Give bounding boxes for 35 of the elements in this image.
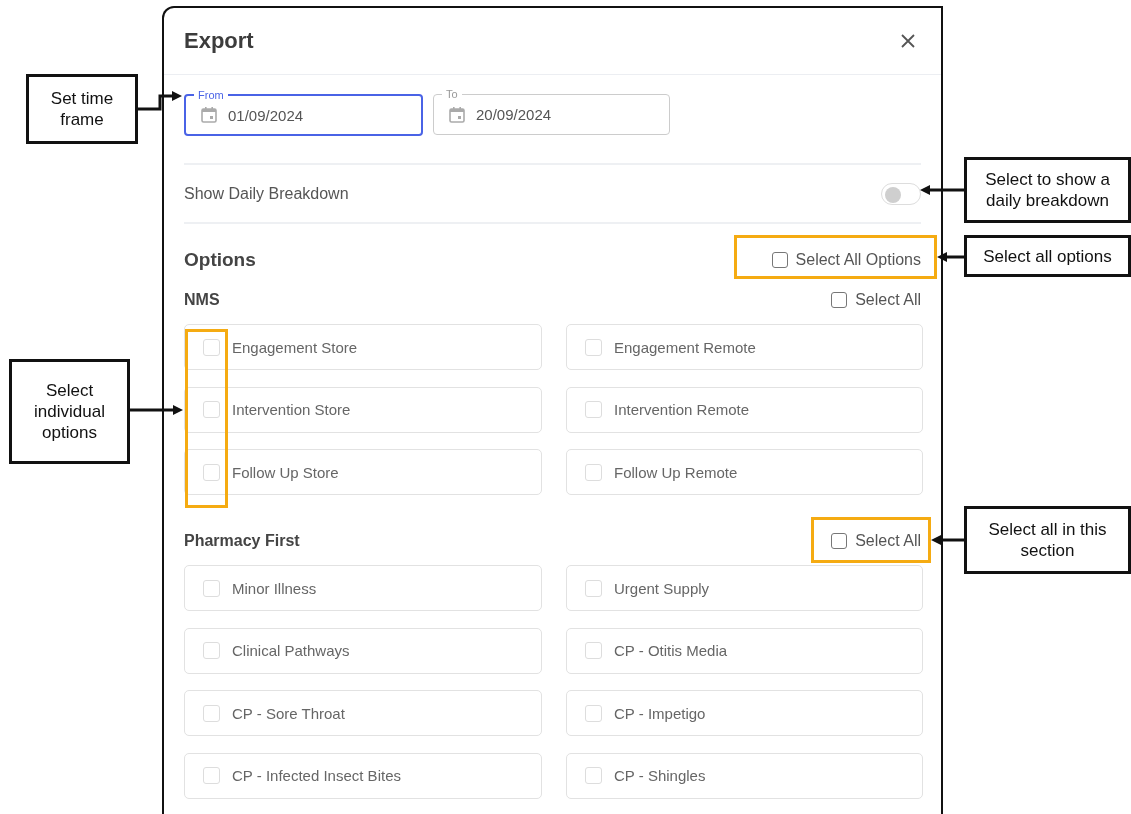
section-heading: Pharmacy First <box>184 532 300 550</box>
field-label: To <box>442 87 462 101</box>
option-checkbox[interactable]: Intervention Remote <box>566 386 923 433</box>
select-all-checkbox[interactable]: Select All <box>831 532 921 550</box>
option-checkbox[interactable]: Minor Illness <box>184 565 542 611</box>
callout-box: Select to show a daily breakdown <box>964 157 1131 223</box>
callout-box: Select all options <box>964 235 1131 277</box>
option-checkbox[interactable]: CP - Impetigo <box>566 690 923 736</box>
option-checkbox[interactable]: Engagement Store <box>184 324 542 370</box>
calendar-icon <box>448 105 466 124</box>
option-checkbox[interactable]: CP - Shingles <box>566 752 923 799</box>
select-all-checkbox[interactable]: Select All <box>831 291 921 309</box>
dialog-title: Export <box>184 28 254 54</box>
select-all-checkbox[interactable]: Select All Options <box>771 251 921 269</box>
option-checkbox[interactable]: Urgent Supply <box>566 565 923 611</box>
date-value: 01/09/2024 <box>228 106 304 124</box>
option-checkbox[interactable]: Follow Up Remote <box>566 449 923 495</box>
section-heading: NMS <box>184 291 220 309</box>
option-checkbox[interactable]: Engagement Remote <box>566 324 923 370</box>
date-value: 20/09/2024 <box>476 106 552 123</box>
option-checkbox[interactable]: CP - Sore Throat <box>184 690 542 736</box>
option-checkbox[interactable]: Intervention Store <box>184 386 542 433</box>
toggle-switch[interactable] <box>881 182 921 205</box>
field-label: From <box>194 88 228 102</box>
close-icon[interactable] <box>901 34 915 48</box>
option-checkbox[interactable]: Clinical Pathways <box>184 627 542 674</box>
callout-box: Select individual options <box>9 359 130 464</box>
calendar-icon <box>200 106 218 124</box>
section-heading: Options <box>184 249 256 271</box>
option-checkbox[interactable]: Follow Up Store <box>184 449 542 495</box>
callout-box: Set time frame <box>26 74 138 144</box>
option-checkbox[interactable]: CP - Infected Insect Bites <box>184 752 542 799</box>
callout-box: Select all in this section <box>964 506 1131 574</box>
toggle-label: Show Daily Breakdown <box>184 184 349 203</box>
option-checkbox[interactable]: CP - Otitis Media <box>566 627 923 674</box>
